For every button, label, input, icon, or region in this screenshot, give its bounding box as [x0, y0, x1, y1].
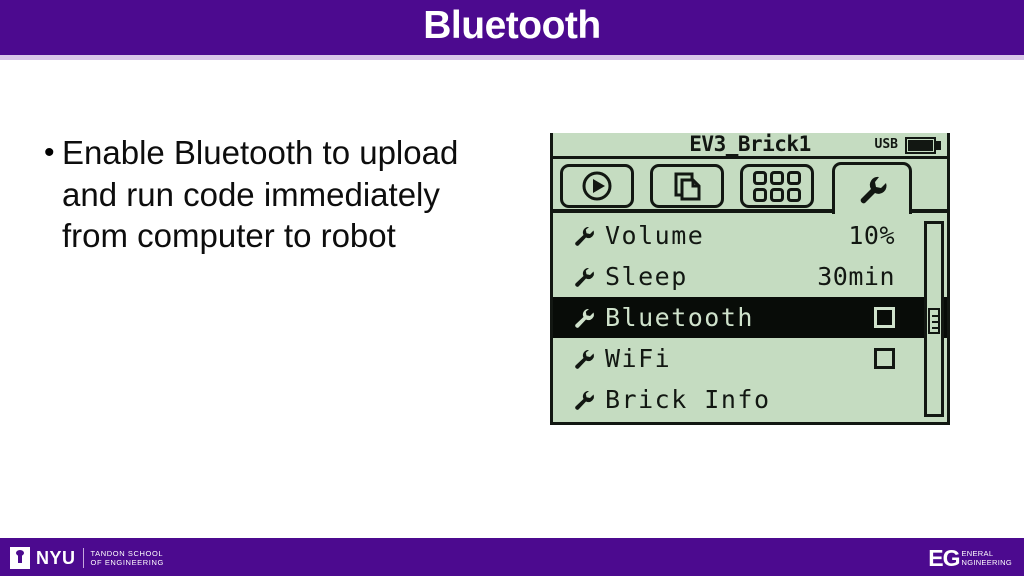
- active-tab-joint: [835, 209, 909, 214]
- file-navigation-tab[interactable]: [650, 164, 724, 208]
- nyu-torch-icon: [10, 547, 30, 569]
- app-grid-icon: [743, 167, 811, 205]
- lcd-status-bar: EV3_Brick1 USB: [550, 133, 950, 159]
- menu-item-label: WiFi: [605, 344, 672, 373]
- battery-full-icon: [905, 137, 943, 154]
- general-engineering-logo: EG ENERAL NGINEERING: [928, 546, 1012, 570]
- eg-line1: ENERAL: [961, 548, 994, 558]
- bullet-marker: •: [44, 136, 55, 169]
- run-recent-tab[interactable]: [560, 164, 634, 208]
- nyu-logo: NYU TANDON SCHOOL OF ENGINEERING: [10, 546, 164, 570]
- bullet-text: Enable Bluetooth to upload and run code …: [62, 134, 459, 254]
- menu-item-label: Sleep: [605, 262, 688, 291]
- brick-apps-tab[interactable]: [740, 164, 814, 208]
- slide: Bluetooth • Enable Bluetooth to upload a…: [0, 0, 1024, 576]
- menu-item-value: 10%: [848, 221, 895, 250]
- menu-item-brick-info[interactable]: Brick Info: [553, 379, 947, 420]
- play-circle-icon: [563, 167, 631, 205]
- nyu-school-line2: OF ENGINEERING: [90, 558, 164, 567]
- page-title: Bluetooth: [423, 4, 601, 47]
- wrench-icon: [835, 165, 909, 214]
- nyu-wordmark: NYU: [36, 548, 76, 568]
- ev3-brick-screen: EV3_Brick1 USB Volume 10% Sleep 30min Bl…: [550, 133, 950, 425]
- menu-item-sleep[interactable]: Sleep 30min: [553, 256, 947, 297]
- wrench-icon: [571, 348, 597, 370]
- logo-divider: [82, 548, 84, 568]
- eg-wordmark: ENERAL NGINEERING: [961, 549, 1012, 568]
- menu-item-value: 30min: [817, 262, 895, 291]
- menu-item-volume[interactable]: Volume 10%: [553, 215, 947, 256]
- menu-item-label: Bluetooth: [605, 303, 754, 332]
- settings-scrollbar[interactable]: [924, 221, 944, 417]
- menu-item-wifi[interactable]: WiFi: [553, 338, 947, 379]
- settings-menu-list: Volume 10% Sleep 30min Bluetooth WiFi Br…: [553, 215, 947, 422]
- lcd-tab-bar: [550, 159, 950, 214]
- menu-item-bluetooth[interactable]: Bluetooth: [553, 297, 947, 338]
- menu-item-label: Volume: [605, 221, 705, 250]
- wifi-checkbox[interactable]: [874, 348, 895, 369]
- bluetooth-checkbox[interactable]: [874, 307, 895, 328]
- settings-tab[interactable]: [832, 162, 912, 214]
- wrench-icon: [571, 225, 597, 247]
- slide-footer-bar: NYU TANDON SCHOOL OF ENGINEERING EG ENER…: [0, 538, 1024, 576]
- scrollbar-thumb[interactable]: [928, 308, 940, 334]
- wrench-icon: [571, 307, 597, 329]
- eg-line2: NGINEERING: [961, 558, 1012, 567]
- wrench-icon: [571, 389, 597, 411]
- eg-monogram: EG: [928, 544, 960, 571]
- header-divider: [0, 55, 1024, 60]
- file-pages-icon: [653, 167, 721, 205]
- menu-item-label: Brick Info: [605, 385, 771, 414]
- bullet-list: • Enable Bluetooth to upload and run cod…: [44, 132, 474, 257]
- connection-label: USB: [874, 137, 898, 152]
- nyu-school-name: TANDON SCHOOL OF ENGINEERING: [91, 549, 164, 568]
- wrench-icon: [571, 266, 597, 288]
- list-item: • Enable Bluetooth to upload and run cod…: [44, 132, 474, 257]
- nyu-school-line1: TANDON SCHOOL: [90, 548, 164, 558]
